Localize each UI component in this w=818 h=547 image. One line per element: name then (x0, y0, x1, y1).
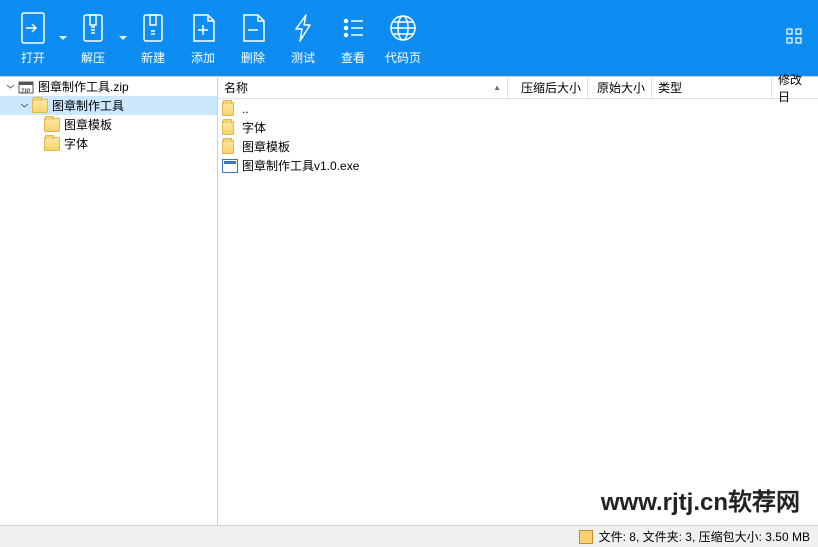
zip-icon: ZIP (18, 79, 34, 95)
tree-item-label: 图章模板 (64, 116, 112, 133)
list-header: 名称▲ 压缩后大小 原始大小 类型 修改日 (218, 77, 818, 99)
codepage-label: 代码页 (385, 49, 421, 66)
folder-icon (222, 101, 238, 117)
folder-icon (32, 99, 48, 113)
svg-text:ZIP: ZIP (21, 89, 30, 95)
tree-item[interactable]: 图章模板 (0, 115, 217, 134)
new-button[interactable]: 新建 (128, 3, 178, 73)
toolbar: 打开 解压 新建 添加 删除 测试 查看 代码页 (0, 0, 818, 76)
folder-icon (44, 118, 60, 132)
tree-item-label: 图章制作工具 (52, 97, 124, 114)
list-row-up[interactable]: .. (218, 99, 818, 118)
codepage-button[interactable]: 代码页 (378, 3, 428, 73)
list-row[interactable]: 图章模板 (218, 137, 818, 156)
open-button[interactable]: 打开 (8, 3, 58, 73)
tree-item-label: 字体 (64, 135, 88, 152)
row-name: 图章模板 (242, 138, 290, 155)
tree-root[interactable]: ZIP 图章制作工具.zip (0, 77, 217, 96)
row-name: .. (242, 102, 249, 116)
open-dropdown[interactable] (58, 3, 68, 73)
collapse-icon[interactable] (4, 81, 16, 93)
extract-dropdown[interactable] (118, 3, 128, 73)
test-button[interactable]: 测试 (278, 3, 328, 73)
status-text: 文件: 8, 文件夹: 3, 压缩包大小: 3.50 MB (599, 528, 810, 545)
row-name: 字体 (242, 119, 266, 136)
exe-icon (222, 158, 238, 174)
statusbar: 文件: 8, 文件夹: 3, 压缩包大小: 3.50 MB (0, 525, 818, 547)
content-area: ZIP 图章制作工具.zip 图章制作工具 图章模板 字体 名称▲ 压缩后大小 … (0, 76, 818, 525)
file-list-panel: 名称▲ 压缩后大小 原始大小 类型 修改日 .. 字体 图章模板 图章制作工具v… (218, 77, 818, 525)
new-label: 新建 (141, 49, 165, 66)
folder-icon (222, 120, 238, 136)
folder-icon (222, 139, 238, 155)
add-label: 添加 (191, 49, 215, 66)
collapse-icon[interactable] (18, 100, 30, 112)
test-label: 测试 (291, 49, 315, 66)
col-original[interactable]: 原始大小 (588, 77, 652, 98)
delete-button[interactable]: 删除 (228, 3, 278, 73)
extract-button[interactable]: 解压 (68, 3, 118, 73)
row-name: 图章制作工具v1.0.exe (242, 157, 359, 174)
tree-panel: ZIP 图章制作工具.zip 图章制作工具 图章模板 字体 (0, 77, 218, 525)
archive-icon (579, 530, 593, 544)
col-packed[interactable]: 压缩后大小 (508, 77, 588, 98)
list-body: .. 字体 图章模板 图章制作工具v1.0.exe (218, 99, 818, 525)
col-type[interactable]: 类型 (652, 77, 772, 98)
tree-item[interactable]: 字体 (0, 134, 217, 153)
col-name[interactable]: 名称▲ (218, 77, 508, 98)
open-label: 打开 (21, 49, 45, 66)
add-button[interactable]: 添加 (178, 3, 228, 73)
tree-item[interactable]: 图章制作工具 (0, 96, 217, 115)
list-row[interactable]: 图章制作工具v1.0.exe (218, 156, 818, 175)
delete-label: 删除 (241, 49, 265, 66)
folder-icon (44, 137, 60, 151)
list-row[interactable]: 字体 (218, 118, 818, 137)
sort-asc-icon: ▲ (493, 83, 501, 92)
view-label: 查看 (341, 49, 365, 66)
col-modified[interactable]: 修改日 (772, 77, 818, 98)
view-button[interactable]: 查看 (328, 3, 378, 73)
tree-root-label: 图章制作工具.zip (38, 78, 129, 95)
extract-label: 解压 (81, 49, 105, 66)
layout-grid-icon[interactable] (786, 28, 810, 49)
